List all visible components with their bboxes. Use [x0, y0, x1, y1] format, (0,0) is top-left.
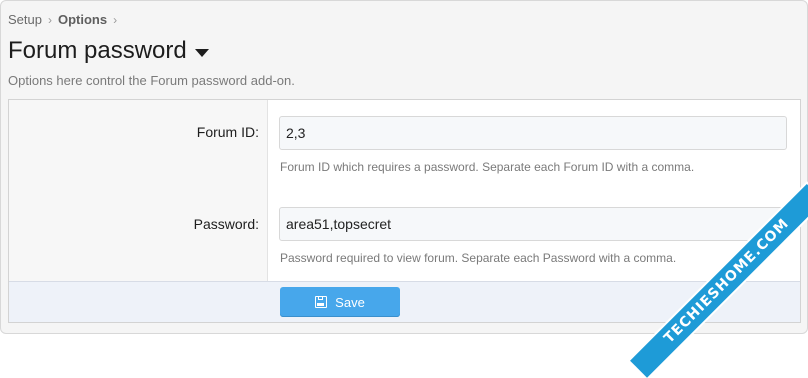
title-row: Forum password	[8, 36, 209, 66]
page-frame: Setup › Options › Forum password Options he…	[0, 0, 808, 378]
password-input[interactable]	[279, 207, 787, 241]
forum-id-hint: Forum ID which requires a password. Sepa…	[280, 160, 695, 174]
password-hint: Password required to view forum. Separat…	[280, 251, 677, 265]
options-form: Forum ID: Forum ID which requires a pass…	[8, 99, 801, 323]
caret-down-icon[interactable]	[194, 48, 209, 57]
breadcrumb-separator: ›	[113, 13, 118, 27]
page-title: Forum password	[8, 37, 187, 64]
forum-id-label: Forum ID:	[196, 124, 259, 140]
password-label: Password:	[193, 216, 259, 232]
save-icon	[315, 296, 328, 308]
breadcrumb-setup[interactable]: Setup	[8, 12, 42, 27]
breadcrumb: Setup › Options ›	[8, 12, 123, 27]
save-button-label: Save	[335, 294, 365, 310]
forum-id-input[interactable]	[279, 116, 787, 150]
breadcrumb-separator: ›	[47, 13, 52, 27]
page-description: Options here control the Forum password …	[8, 73, 295, 88]
breadcrumb-options[interactable]: Options	[58, 12, 107, 27]
save-button[interactable]: Save	[280, 287, 400, 317]
